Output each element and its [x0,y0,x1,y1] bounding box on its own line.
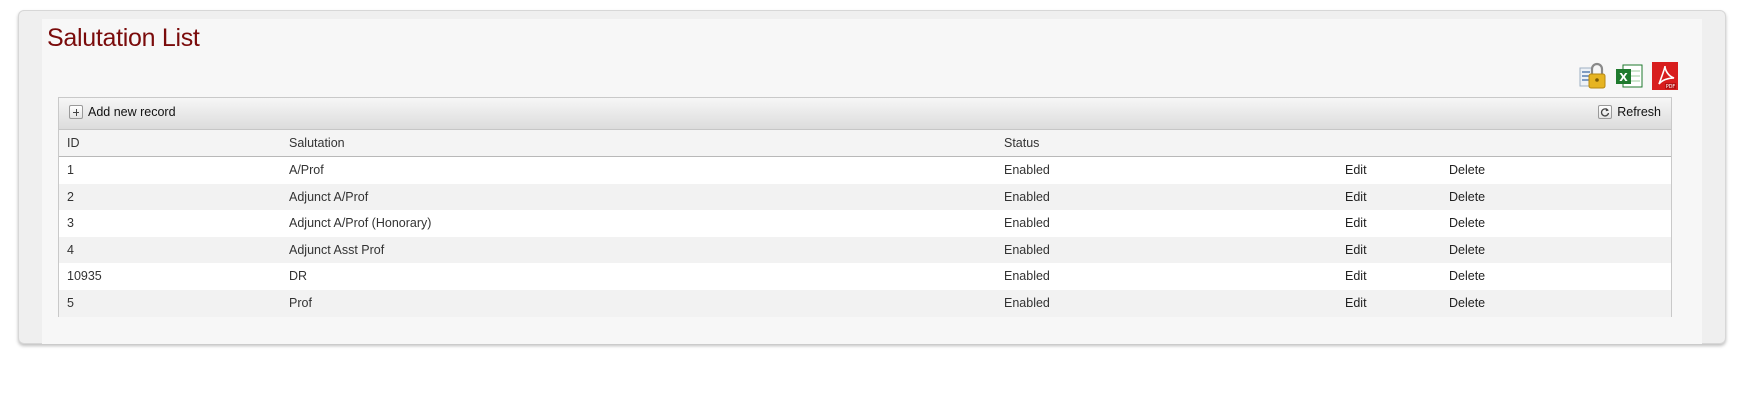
cell-salutation: Adjunct A/Prof [289,189,369,204]
add-new-record-button[interactable]: Add new record [69,105,176,119]
cell-id: 2 [67,189,74,204]
svg-text:X: X [1619,71,1628,84]
cell-id: 1 [67,163,74,177]
grid-rows: 1 A/Prof Enabled Edit Delete 2 Adjunct A… [59,157,1671,317]
column-header-status[interactable]: Status [1004,130,1039,156]
table-row: 5 Prof Enabled Edit Delete [59,289,1671,317]
cell-salutation: Adjunct A/Prof (Honorary) [289,216,432,231]
export-toolbar: X PDF [1578,58,1680,92]
table-row: 1 A/Prof Enabled Edit Delete [59,157,1671,184]
cell-status: Enabled [1004,216,1050,231]
edit-link[interactable]: Edit [1345,263,1367,290]
cell-salutation: Adjunct Asst Prof [289,242,385,257]
refresh-label: Refresh [1617,105,1661,119]
grid-header: ID Salutation Status [59,130,1671,157]
cell-id: 10935 [67,269,102,284]
cell-id: 4 [67,242,74,257]
edit-link[interactable]: Edit [1345,184,1367,211]
grid-toolbar: Add new record Refresh [59,98,1671,130]
cell-id: 3 [67,216,74,231]
delete-link[interactable]: Delete [1449,157,1485,184]
svg-text:PDF: PDF [1666,84,1676,90]
salutation-grid: Add new record Refresh ID Salutation Sta… [58,97,1672,317]
cell-salutation: Prof [289,295,312,310]
table-row: 2 Adjunct A/Prof Enabled Edit Delete [59,183,1671,211]
cell-salutation: DR [289,269,308,284]
plus-icon [69,105,83,119]
excel-icon[interactable]: X [1614,60,1644,92]
delete-link[interactable]: Delete [1449,263,1485,290]
add-new-record-label: Add new record [88,105,176,119]
delete-link[interactable]: Delete [1449,184,1485,211]
cell-status: Enabled [1004,242,1050,257]
cell-status: Enabled [1004,269,1050,284]
cell-status: Enabled [1004,163,1050,177]
column-header-salutation[interactable]: Salutation [289,130,345,156]
edit-link[interactable]: Edit [1345,157,1367,184]
refresh-icon [1598,105,1613,119]
column-header-id[interactable]: ID [67,130,80,156]
delete-link[interactable]: Delete [1449,210,1485,237]
cell-id: 5 [67,295,74,310]
page-title: Salutation List [47,24,200,52]
table-row: 4 Adjunct Asst Prof Enabled Edit Delete [59,236,1671,264]
table-row: 3 Adjunct A/Prof (Honorary) Enabled Edit… [59,210,1671,237]
cell-status: Enabled [1004,189,1050,204]
cell-salutation: A/Prof [289,163,324,177]
table-row: 10935 DR Enabled Edit Delete [59,263,1671,290]
edit-link[interactable]: Edit [1345,210,1367,237]
delete-link[interactable]: Delete [1449,237,1485,264]
edit-link[interactable]: Edit [1345,237,1367,264]
refresh-button[interactable]: Refresh [1598,105,1661,119]
pdf-icon[interactable]: PDF [1650,60,1680,92]
security-lock-icon[interactable] [1578,60,1608,92]
edit-link[interactable]: Edit [1345,290,1367,317]
cell-status: Enabled [1004,295,1050,310]
delete-link[interactable]: Delete [1449,290,1485,317]
